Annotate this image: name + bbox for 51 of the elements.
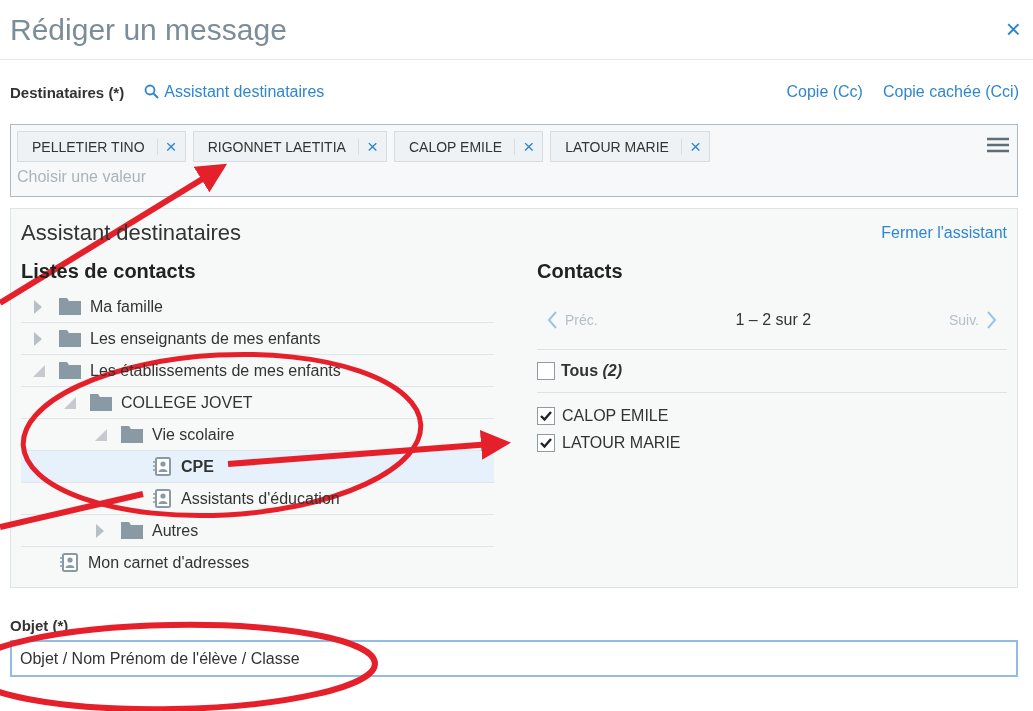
cc-link[interactable]: Copie (Cc) [786, 83, 863, 101]
chevron-left-icon [547, 311, 557, 329]
tree-item[interactable]: Les enseignants de mes enfants [21, 323, 494, 355]
collapse-icon[interactable] [64, 396, 76, 409]
search-icon [144, 84, 161, 100]
collapse-icon[interactable] [33, 364, 45, 377]
remove-button[interactable]: × [681, 137, 702, 156]
collapse-icon[interactable] [95, 428, 107, 441]
menu-icon[interactable] [987, 137, 1009, 153]
contact-book-icon [59, 552, 79, 573]
close-button[interactable]: × [1005, 14, 1021, 45]
select-all-checkbox[interactable] [537, 362, 555, 380]
expand-icon[interactable] [33, 330, 43, 347]
recipient-name: CALOP EMILE [409, 138, 516, 155]
chevron-right-icon [987, 311, 997, 329]
assistant-title: Assistant destinataires [21, 220, 242, 246]
contact-book-icon [152, 488, 172, 509]
tree-item[interactable]: Mon carnet d'adresses [21, 547, 494, 578]
remove-button[interactable]: × [157, 137, 177, 156]
assistant-link[interactable]: Assistant destinataires [144, 83, 325, 101]
contact-book-icon [152, 456, 172, 477]
contact-checkbox[interactable] [537, 433, 555, 452]
folder-icon [90, 394, 112, 411]
page-range: 1 – 2 sur 2 [735, 311, 812, 329]
recipient-name: LATOUR MARIE [565, 138, 682, 155]
recipient-name: RIGONNET LAETITIA [207, 138, 359, 155]
expand-icon[interactable] [33, 298, 43, 315]
window-title: Rédiger un message [10, 12, 287, 47]
folder-icon [121, 522, 143, 539]
folder-icon [59, 362, 81, 379]
bcc-link[interactable]: Copie cachée (Cci) [882, 83, 1019, 101]
close-assistant-link[interactable]: Fermer l'assistant [881, 224, 1007, 242]
tree-item[interactable]: Ma famille [21, 291, 494, 323]
tree-item[interactable]: Autres [21, 515, 494, 547]
tree-item[interactable]: COLLEGE JOVET [21, 387, 494, 419]
remove-button[interactable]: × [358, 137, 378, 156]
recipient-name: PELLETIER TINO [32, 138, 158, 155]
contact-name: CALOP EMILE [562, 406, 669, 425]
folder-icon [121, 426, 143, 443]
recipients-field[interactable]: PELLETIER TINO × RIGONNET LAETITIA × CALOP EMILE × LATOUR MARIE × Choisir une valeur [10, 124, 1018, 197]
folder-icon [59, 298, 81, 315]
contact-name: LATOUR MARIE [562, 433, 681, 452]
contacts-heading: Contacts [537, 259, 624, 284]
contact-checkbox[interactable] [537, 406, 555, 425]
remove-button[interactable]: × [515, 137, 535, 156]
subject-field[interactable]: Objet / Nom Prénom de l'élève / Classe [10, 640, 1018, 677]
folder-icon [59, 330, 81, 347]
expand-icon[interactable] [95, 522, 105, 539]
recipients-label: Destinataires (*) [10, 83, 125, 101]
placeholder-text: Choisir une valeur [17, 168, 146, 186]
select-all-label: Tous (2) [561, 362, 623, 380]
